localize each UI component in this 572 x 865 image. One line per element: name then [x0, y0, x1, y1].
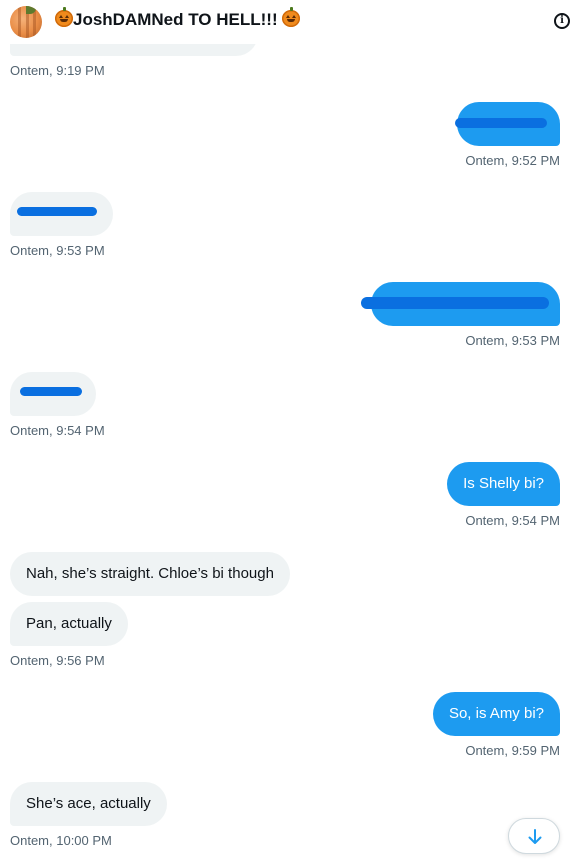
- message-bubble-incoming[interactable]: Pan, actually: [10, 602, 128, 646]
- arrow-down-icon: [528, 829, 542, 844]
- jack-o-lantern-icon: [282, 7, 301, 27]
- message-timestamp: Ontem, 9:19 PM: [10, 63, 105, 78]
- message-timestamp: Ontem, 9:53 PM: [465, 333, 560, 348]
- message-timestamp: Ontem, 9:53 PM: [10, 243, 105, 258]
- message-timestamp: Ontem, 9:54 PM: [465, 513, 560, 528]
- message-timestamp: Ontem, 9:59 PM: [465, 743, 560, 758]
- message-bubble-incoming[interactable]: [10, 192, 113, 236]
- message-bubble-incoming[interactable]: [10, 372, 96, 416]
- conversation-title: JoshDAMNed TO HELL!!!: [55, 7, 301, 30]
- scroll-to-bottom-button[interactable]: [508, 818, 560, 854]
- message-bubble-outgoing[interactable]: [455, 102, 560, 146]
- conversation-title-text: JoshDAMNed TO HELL!!!: [73, 10, 278, 29]
- jack-o-lantern-icon: [55, 7, 73, 27]
- message-bubble-incoming[interactable]: She’s ace, actually: [10, 782, 167, 826]
- message-timestamp: Ontem, 9:54 PM: [10, 423, 105, 438]
- message-timestamp: Ontem, 10:00 PM: [10, 833, 112, 848]
- message-timestamp: Ontem, 9:56 PM: [10, 653, 105, 668]
- pumpkin-avatar-icon[interactable]: [10, 6, 42, 38]
- redaction-scribble: [17, 207, 97, 216]
- redaction-scribble: [455, 118, 547, 128]
- message-bubble-incoming[interactable]: Nah, she’s straight. Chloe’s bi though: [10, 552, 290, 596]
- conversation-header: JoshDAMNed TO HELL!!! i: [0, 0, 572, 44]
- redaction-scribble: [20, 387, 82, 396]
- message-bubble-outgoing[interactable]: Is Shelly bi?: [447, 462, 560, 506]
- info-icon[interactable]: i: [554, 13, 570, 29]
- message-bubble-outgoing[interactable]: [361, 282, 560, 326]
- message-timestamp: Ontem, 9:52 PM: [465, 153, 560, 168]
- redaction-scribble: [361, 297, 549, 309]
- message-bubble-outgoing[interactable]: So, is Amy bi?: [432, 692, 560, 736]
